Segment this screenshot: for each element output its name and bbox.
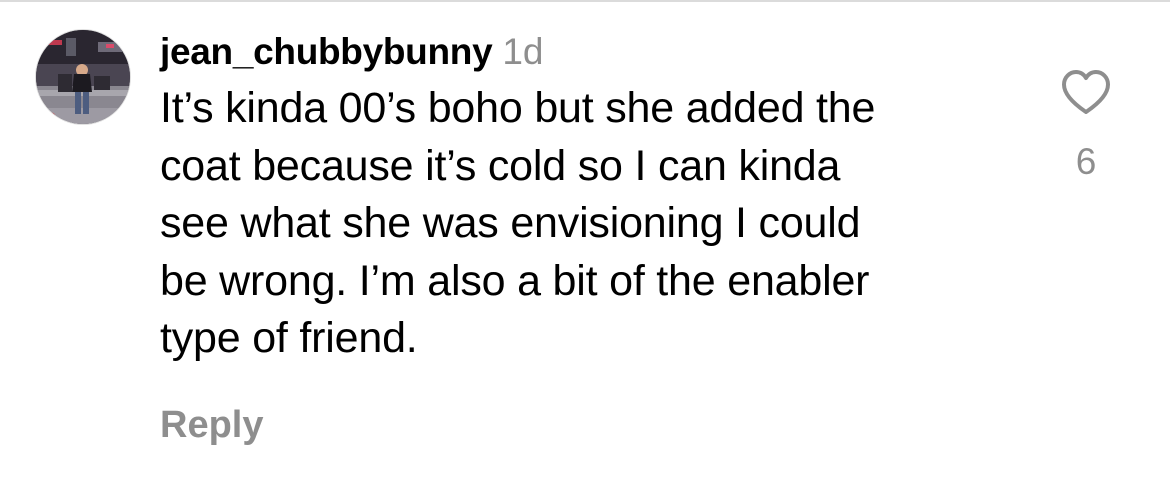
like-count: 6 [1075, 141, 1097, 182]
heart-outline-icon[interactable] [1060, 68, 1112, 116]
top-divider [0, 0, 1170, 2]
reply-button[interactable]: Reply [160, 402, 263, 448]
avatar-photo [36, 30, 130, 124]
comment-text-line: be wrong. I’m also a bit of the enabler [160, 256, 870, 305]
comment-text-line: see what she was envisioning I could [160, 199, 861, 247]
like-group: 6 [1056, 68, 1116, 184]
timestamp: 1d [502, 31, 544, 72]
comment-text-line: coat because it’s cold so I can kinda [160, 141, 841, 190]
comment-header: jean_chubbybunny 1d [160, 24, 1020, 80]
avatar[interactable] [36, 30, 130, 124]
username[interactable]: jean_chubbybunny [160, 31, 493, 72]
comment-text-line: type of friend. [160, 314, 418, 362]
comment-text: It’s kinda 00’s boho but she added the c… [160, 80, 1020, 368]
comment-text-line: It’s kinda 00’s boho but she added the [160, 84, 876, 132]
comment: jean_chubbybunny 1d It’s kinda 00’s boho … [160, 24, 1020, 448]
